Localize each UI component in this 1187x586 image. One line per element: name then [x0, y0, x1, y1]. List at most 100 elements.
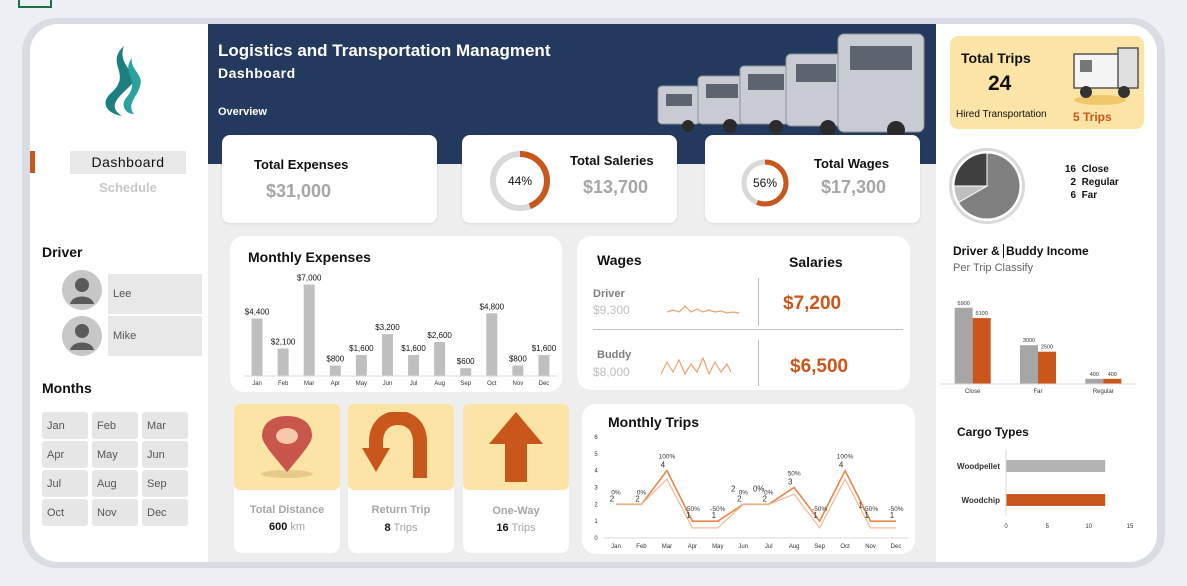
arrow-up-icon — [489, 412, 543, 482]
expense-data-label: $1,600 — [532, 344, 557, 353]
cargo-x-tick: 5 — [1046, 524, 1050, 530]
expense-tick-label: Apr — [331, 381, 340, 387]
trips-pct-label: -50% — [863, 506, 878, 513]
buddy-amount: $8,000 — [593, 365, 630, 379]
page-title: Logistics and Transportation Managment — [218, 41, 551, 60]
tile-unit: Trips — [511, 522, 536, 534]
tile-value-row: 8 Trips — [348, 522, 454, 534]
expense-bar — [329, 365, 341, 376]
nav-active-indicator — [30, 151, 35, 173]
month-sep[interactable]: Sep — [142, 470, 188, 497]
divider — [593, 329, 903, 330]
legend-label: Close — [1081, 164, 1109, 175]
tile-label: Total Distance — [249, 504, 325, 516]
month-may[interactable]: May — [92, 441, 138, 468]
month-apr[interactable]: Apr — [42, 441, 88, 468]
section-label: Overview — [218, 106, 267, 118]
hired-value: 5 Trips — [1073, 110, 1112, 124]
income-title-a: Driver & — [953, 244, 1000, 258]
driver-item-mike[interactable]: Mike — [108, 316, 202, 356]
expense-bar — [486, 313, 498, 376]
map-pin-icon — [261, 416, 313, 478]
monthly-expenses-chart: $4,400 Jan $2,100 Feb $7,000 Mar $800 Apr $1,600… — [244, 274, 557, 387]
expense-tick-label: Jul — [410, 381, 418, 387]
expense-bar — [303, 284, 315, 376]
month-mar[interactable]: Mar — [142, 412, 188, 439]
expense-tick-label: Jan — [252, 381, 262, 387]
income-data-label: 2500 — [1041, 345, 1053, 351]
tile-unit: km — [290, 521, 306, 533]
driver-label: Driver — [593, 288, 625, 300]
hired-label: Hired Transportation — [956, 109, 1047, 120]
trips-y-tick: 6 — [594, 435, 598, 441]
tile-value: 8 — [384, 522, 391, 534]
expense-tick-label: Nov — [513, 381, 524, 387]
cargo-title: Cargo Types — [957, 425, 1029, 439]
window-corner-icon — [18, 0, 52, 8]
trips-point-label: 4 — [839, 461, 844, 470]
trips-x-tick: Nov — [865, 544, 876, 550]
page-subtitle: Dashboard — [218, 65, 296, 81]
kpi-value: $17,300 — [821, 177, 887, 197]
person-icon — [70, 324, 94, 350]
legend-label: Regular — [1081, 177, 1119, 188]
expense-data-label: $2,100 — [271, 338, 296, 347]
nav-schedule[interactable]: Schedule — [70, 180, 186, 202]
income-tick-label: Close — [965, 389, 981, 395]
expense-bar — [355, 355, 367, 376]
trips-extra-label: 0% — [753, 484, 765, 493]
month-jan[interactable]: Jan — [42, 412, 88, 439]
income-title-b: Buddy Income — [1003, 244, 1089, 258]
cargo-x-tick: 0 — [1004, 524, 1008, 530]
month-oct[interactable]: Oct — [42, 499, 88, 526]
trucks-illustration — [648, 24, 936, 136]
month-aug[interactable]: Aug — [92, 470, 138, 497]
month-feb[interactable]: Feb — [92, 412, 138, 439]
cargo-category-label: Woodchip — [961, 496, 1000, 505]
expense-data-label: $1,600 — [401, 344, 426, 353]
person-icon — [70, 278, 94, 304]
legend-count: 16 — [1064, 164, 1076, 175]
expense-bar — [251, 318, 263, 376]
kpi-value: $31,000 — [266, 181, 332, 201]
income-bar — [1085, 378, 1104, 384]
nav-dashboard[interactable]: Dashboard — [70, 151, 186, 174]
expense-data-label: $1,600 — [349, 344, 374, 353]
driver-item-lee[interactable]: Lee — [108, 274, 202, 314]
cargo-x-tick: 10 — [1085, 524, 1092, 530]
legend-item: 2 Regular — [1062, 176, 1119, 189]
donut-percent: 56% — [752, 176, 778, 190]
expense-data-label: $3,200 — [375, 323, 400, 332]
income-subtitle: Per Trip Classify — [953, 262, 1034, 274]
buddy-salary-value: $6,500 — [790, 356, 849, 377]
expense-data-label: $800 — [326, 355, 344, 364]
trips-pct-label: 100% — [659, 454, 676, 461]
tile-value: 600 — [268, 521, 288, 533]
month-nov[interactable]: Nov — [92, 499, 138, 526]
trips-point-label: 3 — [788, 478, 793, 487]
income-title: Driver & Buddy Income — [953, 244, 1089, 258]
trips-pct-label: 100% — [837, 454, 854, 461]
trips-y-tick: 5 — [594, 452, 598, 458]
expense-tick-label: Aug — [434, 381, 445, 387]
month-jul[interactable]: Jul — [42, 470, 88, 497]
avatar — [62, 316, 102, 356]
tile-label: One-Way — [492, 505, 540, 517]
buddy-label: Buddy — [597, 349, 632, 361]
expense-bar — [434, 342, 446, 376]
trips-x-tick: Jun — [738, 544, 748, 550]
income-data-label: 400 — [1090, 372, 1099, 378]
trips-x-tick: Sep — [814, 544, 825, 550]
driver-amount: $9,300 — [593, 303, 630, 317]
expense-bar — [277, 348, 289, 376]
trip-class-pie-chart — [949, 148, 1025, 224]
wages-salaries-card: Wages Salaries Driver $9,300 $7,200 Budd… — [577, 236, 910, 390]
tile-value: 16 — [496, 522, 509, 534]
trips-x-tick: Mar — [662, 544, 672, 550]
month-jun[interactable]: Jun — [142, 441, 188, 468]
month-dec[interactable]: Dec — [142, 499, 188, 526]
expense-tick-label: Feb — [278, 381, 289, 387]
driver-salary-value: $7,200 — [783, 293, 842, 314]
expense-tick-label: Jun — [383, 381, 393, 387]
trips-pct-label: -50% — [685, 506, 700, 513]
